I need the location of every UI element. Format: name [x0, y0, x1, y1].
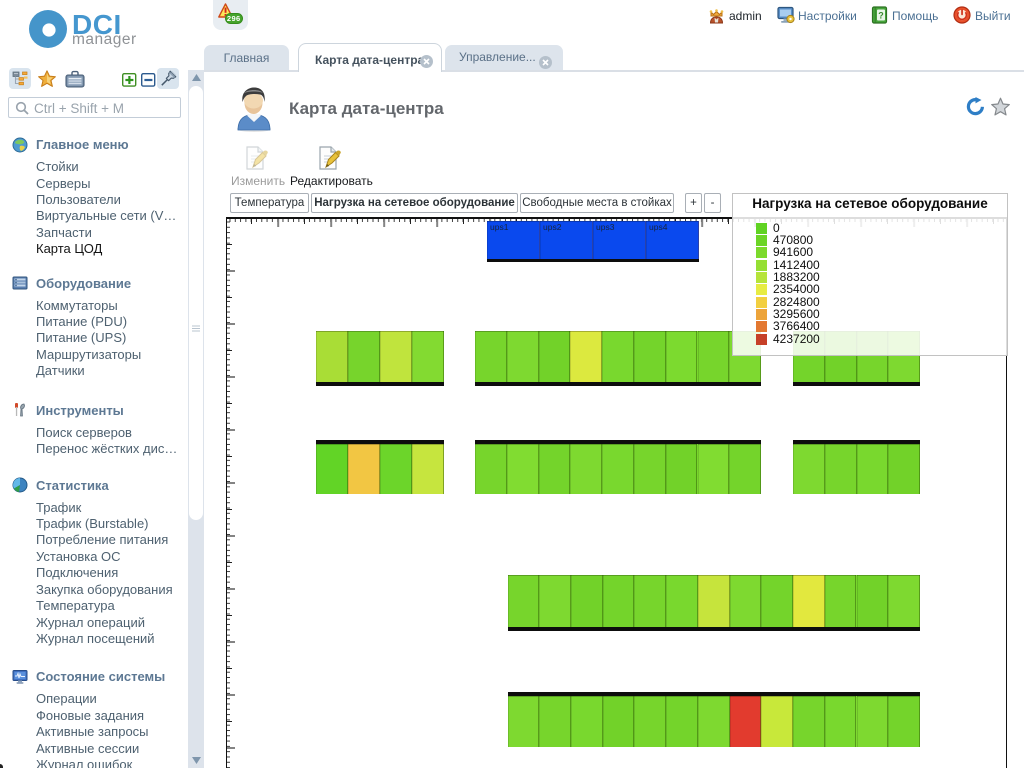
svg-text:?: ?: [878, 10, 884, 20]
